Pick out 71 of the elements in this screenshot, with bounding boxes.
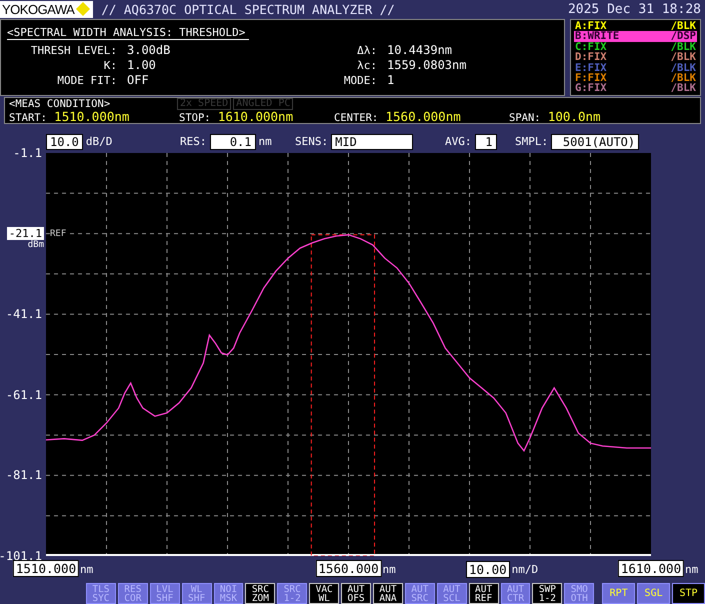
axis-tick-label: -81.1: [6, 469, 42, 482]
soft-key[interactable]: VAC WL: [309, 583, 340, 604]
diamond-icon: [76, 2, 90, 16]
field-label: Δλ:: [356, 43, 378, 58]
axis-tick-label: -41.1: [6, 308, 42, 320]
field-value: 1: [387, 73, 396, 88]
param-label: STOP:: [179, 112, 211, 124]
soft-key[interactable]: SWP 1-2: [532, 583, 562, 604]
sweep-key[interactable]: RPT: [602, 583, 636, 604]
date-time: 2025 Dec 31 18:28: [568, 2, 701, 16]
param-label: CENTER:: [334, 112, 378, 124]
trace-item[interactable]: C:FIX /BLK: [574, 42, 697, 52]
setting-unit: dB/D: [86, 135, 112, 148]
field-value: 1.00: [127, 58, 157, 73]
sweep-key[interactable]: STP: [672, 583, 705, 604]
axis-tick-label: -101.1: [0, 550, 42, 562]
setting-field[interactable]: 5001(AUTO): [551, 134, 640, 150]
trace-item[interactable]: B:WRITE /DSP: [574, 31, 697, 42]
field-label: λc:: [356, 58, 378, 73]
unit-label: nm/D: [512, 562, 538, 576]
soft-key[interactable]: AUT ANA: [373, 583, 403, 604]
param-label: SPAN:: [509, 112, 541, 124]
field-label: THRESH LEVEL:: [30, 43, 118, 58]
option-badge: 2x SPEED: [177, 98, 232, 110]
brand-logo: YOKOGAWA: [0, 0, 94, 18]
scale-field[interactable]: 10.00: [466, 560, 510, 578]
setting-field[interactable]: 0.1: [210, 134, 256, 150]
field-value: 3.00dB: [127, 43, 172, 58]
window-title: // AQ6370C OPTICAL SPECTRUM ANALYZER //: [101, 2, 395, 16]
setting-unit: nm: [258, 135, 272, 148]
param-value: 1560.000nm: [386, 109, 461, 124]
scale-field[interactable]: 1610.000: [618, 560, 684, 577]
param-value: 100.0nm: [548, 109, 601, 124]
trace-item[interactable]: F:FIX /BLK: [574, 73, 697, 84]
axis-tick-label: -1.1: [13, 147, 42, 159]
field-value: OFF: [127, 73, 150, 88]
scale-field[interactable]: 1510.000: [12, 560, 80, 577]
field-value: 1559.0803nm: [387, 58, 468, 73]
scale-field[interactable]: 1560.000: [315, 560, 382, 577]
field-label: MODE FIT:: [56, 73, 118, 88]
soft-key[interactable]: SRC ZOM: [245, 583, 276, 604]
trace-item[interactable]: E:FIX /BLK: [574, 62, 697, 74]
param-value: 1510.000nm: [54, 109, 130, 124]
field-label: K:: [102, 58, 118, 73]
param-value: 1610.000nm: [218, 109, 294, 124]
field-label: MODE:: [342, 73, 378, 88]
ref-label: REF: [50, 228, 66, 239]
trace-item[interactable]: G:FIX /BLK: [574, 83, 697, 94]
soft-key[interactable]: AUT REF: [468, 583, 499, 604]
meas-title: <MEAS CONDITION>: [9, 98, 112, 110]
option-badge: ANGLED PC: [233, 98, 294, 110]
setting-field[interactable]: 1: [474, 134, 496, 150]
param-label: START:: [9, 112, 47, 124]
unit-label: nm: [382, 563, 396, 576]
field-value: 10.4439nm: [387, 43, 454, 58]
unit-label: nm: [685, 563, 698, 576]
unit-label: nm: [80, 563, 94, 576]
soft-key[interactable]: AUT OFS: [341, 583, 372, 604]
setting-label: AVG:: [445, 135, 472, 148]
setting-label: SENS:: [295, 135, 328, 148]
trace-item[interactable]: A:FIX /BLK: [574, 21, 697, 32]
unit-label: dBm: [28, 240, 44, 250]
ref-level-field[interactable]: -21.1: [6, 226, 44, 240]
analysis-title: <SPECTRAL WIDTH ANALYSIS: THRESHOLD>: [7, 26, 250, 40]
setting-label: SMPL:: [515, 135, 548, 148]
setting-field[interactable]: MID: [331, 134, 414, 150]
setting-field[interactable]: 10.0: [46, 134, 83, 150]
trace-item[interactable]: D:FIX /BLK: [574, 52, 697, 63]
sweep-key[interactable]: SGL: [637, 583, 670, 604]
setting-label: RES:: [180, 135, 206, 148]
axis-tick-label: -61.1: [6, 388, 42, 401]
